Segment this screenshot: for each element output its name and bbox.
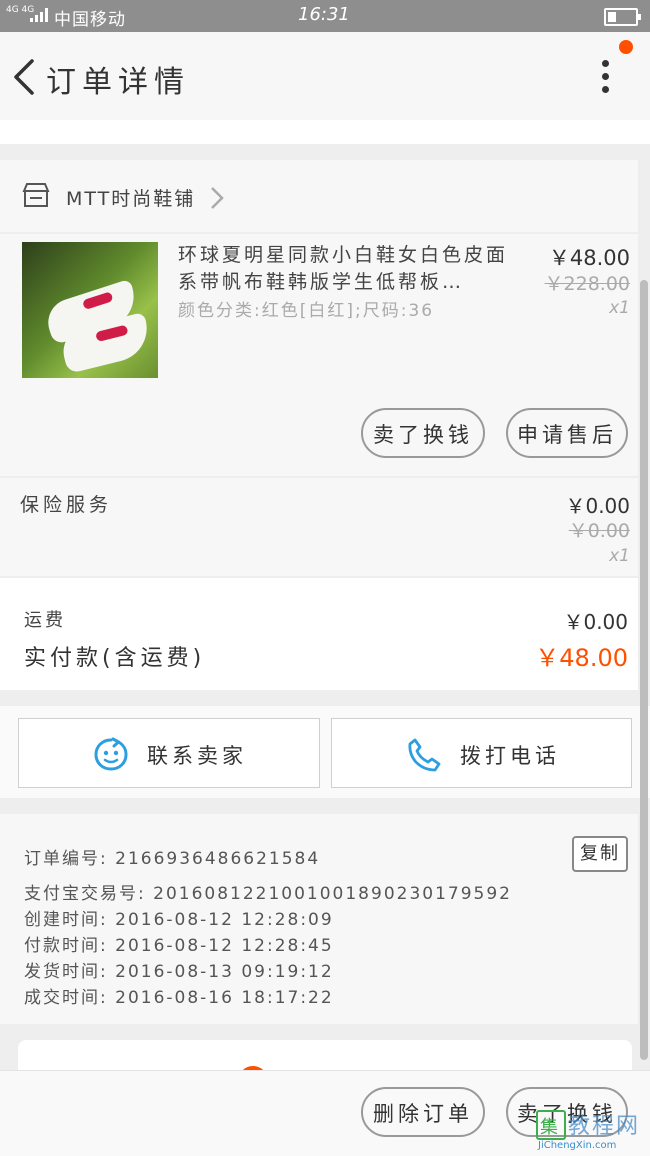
watermark-logo: 教程网 JiChengXin.com: [532, 1102, 648, 1152]
shipping-label: 运费: [24, 610, 66, 631]
alipay-transaction-number: 支付宝交易号: 2016081221001001890230179592: [24, 884, 512, 904]
shop-name[interactable]: MTT时尚鞋铺: [66, 184, 195, 211]
phone-icon: [408, 738, 441, 772]
nav-bar: 订单详情: [0, 32, 650, 120]
battery-icon: [604, 8, 641, 26]
watermark-brand: 教程网: [568, 1114, 641, 1139]
after-sales-button[interactable]: 申请售后: [506, 408, 628, 458]
paid-time: 付款时间: 2016-08-12 12:28:45: [24, 936, 334, 956]
insurance-quantity: x1: [609, 546, 630, 566]
product-name[interactable]: 环球夏明星同款小白鞋女白色皮面系带帆布鞋韩版学生低帮板…: [178, 242, 508, 296]
scrollbar[interactable]: [640, 280, 648, 1060]
paid-amount-label: 实付款(含运费): [24, 646, 206, 671]
created-time: 创建时间: 2016-08-12 12:28:09: [24, 910, 334, 930]
contact-bar: 联系卖家 拨打电话: [0, 706, 650, 798]
notification-dot: [619, 40, 633, 54]
shop-icon: [22, 183, 50, 207]
delete-order-button[interactable]: 删除订单: [361, 1087, 485, 1137]
chevron-right-icon: [211, 187, 224, 209]
completed-time: 成交时间: 2016-08-16 18:17:22: [24, 988, 334, 1008]
product-quantity: x1: [609, 298, 630, 318]
contact-seller-label: 联系卖家: [147, 744, 247, 768]
contact-seller-button[interactable]: 联系卖家: [18, 718, 320, 788]
page-title: 订单详情: [46, 65, 190, 100]
watermark-url: JiChengXin.com: [538, 1140, 617, 1151]
product-original-price: ￥228.00: [544, 273, 630, 295]
watermark-icon: [536, 1110, 566, 1140]
chat-bubble-icon: [94, 737, 128, 771]
product-spec: 颜色分类:红色[白红];尺码:36: [178, 301, 435, 321]
shipping-value: ￥0.00: [563, 610, 628, 634]
clock: 16:31: [298, 4, 350, 25]
insurance-original-price: ￥0.00: [568, 520, 630, 542]
product-card: 环球夏明星同款小白鞋女白色皮面系带帆布鞋韩版学生低帮板… 颜色分类:红色[白红]…: [0, 234, 638, 476]
insurance-label: 保险服务: [20, 494, 113, 516]
call-phone-button[interactable]: 拨打电话: [331, 718, 632, 788]
shipped-time: 发货时间: 2016-08-13 09:19:12: [24, 962, 334, 982]
payment-summary: 运费 ￥0.00 实付款(含运费) ￥48.00: [0, 578, 638, 690]
carrier-name: 中国移动: [54, 10, 126, 30]
copy-button[interactable]: 复制: [572, 836, 628, 872]
insurance-price: ￥0.00: [565, 494, 630, 518]
more-menu-icon[interactable]: [594, 56, 618, 96]
paid-amount-value: ￥48.00: [535, 644, 628, 672]
product-price: ￥48.00: [548, 246, 630, 270]
product-thumbnail[interactable]: [22, 242, 158, 378]
signal-icon: [30, 8, 48, 22]
sell-for-cash-button[interactable]: 卖了换钱: [361, 408, 485, 458]
previous-section-strip: [0, 120, 650, 144]
call-phone-label: 拨打电话: [460, 744, 560, 768]
order-info: 订单编号: 2166936486621584 复制 支付宝交易号: 201608…: [0, 814, 638, 1024]
insurance-service: 保险服务 ￥0.00 ￥0.00 x1: [0, 478, 638, 576]
order-number: 订单编号: 2166936486621584: [24, 849, 321, 869]
status-bar: 4G 4G 中国移动 16:31: [0, 0, 650, 32]
back-arrow-icon[interactable]: [10, 57, 40, 97]
shop-header[interactable]: MTT时尚鞋铺: [0, 160, 638, 232]
